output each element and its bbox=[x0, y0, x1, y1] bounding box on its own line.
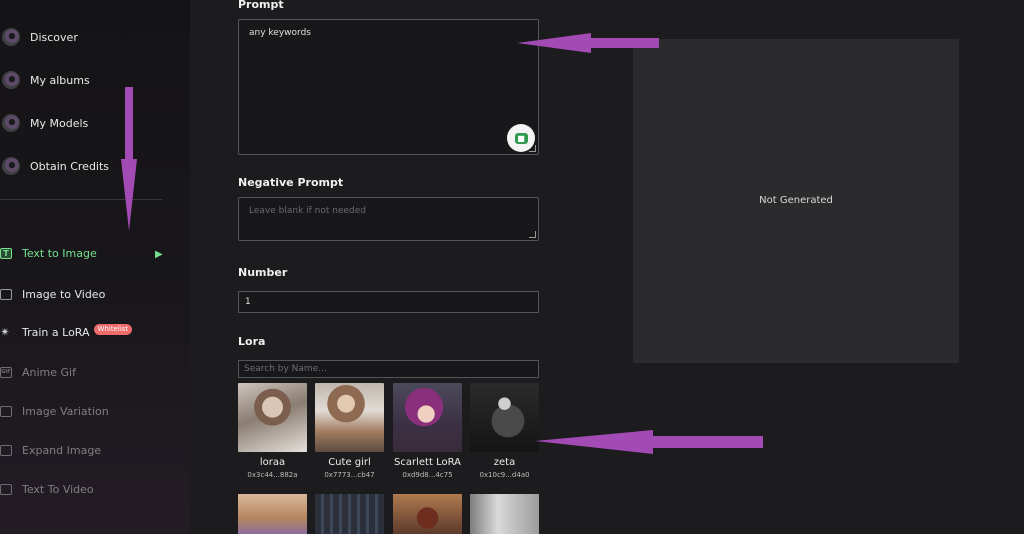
whitelist-badge: Whitelist bbox=[93, 323, 133, 335]
preview-panel: Not Generated bbox=[633, 39, 959, 363]
text-t-icon: T bbox=[0, 247, 12, 259]
arrow-shaft bbox=[125, 87, 133, 163]
arrow-shaft bbox=[587, 38, 659, 48]
annotation-arrow-prompt bbox=[517, 33, 659, 53]
sidebar: Discover My albums My Models Obtain Cred… bbox=[0, 0, 190, 534]
lora-id: 0x3c44...882a bbox=[247, 471, 298, 479]
tool-text-to-video[interactable]: Text To Video bbox=[0, 479, 94, 499]
nav-item-my-models[interactable]: My Models bbox=[0, 111, 88, 135]
play-icon: ▶ bbox=[155, 249, 163, 260]
lora-id: 0xd9d8...4c75 bbox=[402, 471, 453, 479]
lora-thumbnail bbox=[470, 383, 539, 452]
lora-thumbnail[interactable] bbox=[315, 494, 384, 534]
generate-button[interactable]: ■ bbox=[507, 124, 535, 152]
tool-label: Train a LoRA bbox=[22, 325, 90, 339]
lora-label: Lora bbox=[238, 335, 266, 348]
lora-card-zeta[interactable]: zeta 0x10c9...d4a0 bbox=[470, 383, 539, 479]
prompt-textarea[interactable]: any keywords bbox=[238, 19, 539, 155]
tool-train-lora[interactable]: ✴ Train a LoRA Whitelist bbox=[0, 322, 133, 342]
disc-icon bbox=[2, 157, 20, 175]
disc-icon bbox=[2, 28, 20, 46]
robot-icon: ■ bbox=[514, 132, 528, 144]
tool-label: Anime Gif bbox=[22, 365, 76, 379]
arrow-head bbox=[517, 33, 591, 53]
tool-text-to-image[interactable]: T Text to Image bbox=[0, 243, 97, 263]
prompt-text: any keywords bbox=[249, 28, 311, 38]
tool-label: Image to Video bbox=[22, 287, 106, 301]
lora-id: 0x7773...cb47 bbox=[324, 471, 375, 479]
video-icon bbox=[0, 483, 12, 495]
nav-item-my-albums[interactable]: My albums bbox=[0, 68, 90, 92]
negative-placeholder: Leave blank if not needed bbox=[249, 206, 367, 216]
tool-expand-image[interactable]: Expand Image bbox=[0, 440, 101, 460]
resize-handle-icon[interactable] bbox=[529, 231, 536, 238]
lora-name: loraa bbox=[259, 457, 286, 468]
gif-icon: GIF bbox=[0, 366, 12, 378]
tool-anime-gif[interactable]: GIF Anime Gif bbox=[0, 362, 76, 382]
tool-label: Expand Image bbox=[22, 443, 102, 457]
number-input[interactable]: 1 bbox=[238, 291, 539, 313]
lora-card-loraa[interactable]: loraa 0x3c44...882a bbox=[238, 383, 307, 479]
prompt-label: Prompt bbox=[238, 0, 284, 11]
nav-item-obtain-credits[interactable]: Obtain Credits bbox=[0, 154, 109, 178]
lora-search-input[interactable]: Search by Name... bbox=[238, 360, 539, 378]
figure-icon: ✴ bbox=[0, 325, 11, 339]
tool-label: Text To Video bbox=[22, 482, 94, 496]
lora-thumbnail[interactable] bbox=[238, 494, 307, 534]
nav-label: My albums bbox=[30, 73, 90, 87]
negative-prompt-label: Negative Prompt bbox=[238, 176, 344, 189]
tool-image-variation[interactable]: Image Variation bbox=[0, 401, 109, 421]
arrow-head bbox=[121, 159, 137, 231]
lora-name: Scarlett LoRA bbox=[394, 457, 461, 468]
lora-thumbnail[interactable] bbox=[393, 494, 462, 534]
number-label: Number bbox=[238, 266, 288, 279]
lora-id: 0x10c9...d4a0 bbox=[479, 471, 530, 479]
lora-thumbnail bbox=[393, 383, 462, 452]
lora-card-scarlett-lora[interactable]: Scarlett LoRA 0xd9d8...4c75 bbox=[393, 383, 462, 479]
annotation-arrow-down bbox=[121, 87, 137, 231]
image-icon bbox=[0, 288, 12, 300]
arrow-shaft bbox=[649, 436, 763, 448]
lora-thumbnail bbox=[238, 383, 307, 452]
tool-label: Image Variation bbox=[22, 404, 109, 418]
tool-image-to-video[interactable]: Image to Video bbox=[0, 284, 105, 304]
nav-label: Obtain Credits bbox=[30, 159, 110, 173]
negative-prompt-textarea[interactable]: Leave blank if not needed bbox=[238, 197, 539, 241]
lora-name: Cute girl bbox=[328, 457, 371, 468]
nav-label: Discover bbox=[30, 30, 78, 44]
preview-status: Not Generated bbox=[759, 194, 833, 206]
lora-name: zeta bbox=[493, 457, 516, 468]
image-icon bbox=[0, 444, 12, 456]
image-icon bbox=[0, 405, 12, 417]
nav-item-discover[interactable]: Discover bbox=[0, 25, 78, 49]
tool-label: Text to Image bbox=[22, 246, 97, 260]
lora-thumbnail[interactable] bbox=[470, 494, 539, 534]
disc-icon bbox=[2, 114, 20, 132]
annotation-arrow-lora bbox=[535, 430, 763, 454]
lora-thumbnail bbox=[315, 383, 384, 452]
lora-card-cute-girl[interactable]: Cute girl 0x7773...cb47 bbox=[315, 383, 384, 479]
arrow-head bbox=[535, 430, 653, 454]
nav-label: My Models bbox=[30, 116, 89, 130]
disc-icon bbox=[2, 71, 20, 89]
